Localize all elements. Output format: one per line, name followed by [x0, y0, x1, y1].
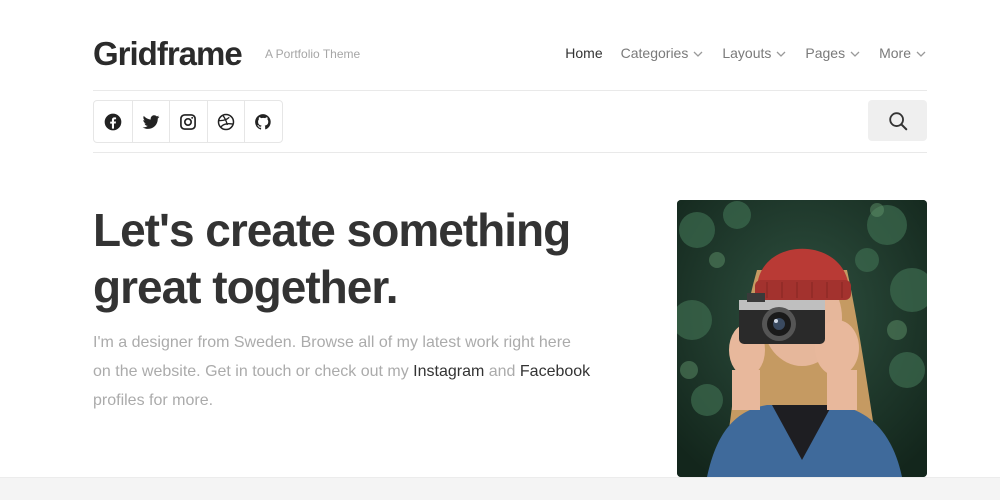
instagram-link[interactable]: [169, 101, 207, 142]
dribbble-link[interactable]: [206, 101, 245, 142]
hero-text-part: profiles for more.: [93, 392, 214, 409]
toolbar-divider: [93, 152, 927, 153]
instagram-text-link[interactable]: Instagram: [413, 363, 484, 380]
hero-photo: [677, 200, 927, 477]
chevron-down-icon: [915, 48, 927, 60]
nav-item-label: Categories: [620, 45, 689, 61]
nav-item-label: More: [879, 45, 911, 61]
site-header: Gridframe A Portfolio Theme Home Categor…: [93, 34, 927, 74]
search-button[interactable]: [868, 100, 927, 141]
twitter-link[interactable]: [131, 101, 170, 142]
facebook-icon: [104, 113, 122, 130]
hero-description: I'm a designer from Sweden. Browse all o…: [93, 328, 593, 415]
nav-item-label: Home: [565, 45, 603, 61]
nav-item-categories[interactable]: Categories: [621, 43, 705, 63]
site-tagline: A Portfolio Theme: [265, 47, 361, 61]
nav-item-more[interactable]: More: [879, 43, 927, 63]
nav-item-label: Pages: [805, 45, 846, 61]
nav-item-home[interactable]: Home: [565, 43, 602, 63]
nav-item-layouts[interactable]: Layouts: [722, 43, 787, 63]
site-logo[interactable]: Gridframe: [93, 34, 243, 74]
chevron-down-icon: [849, 48, 861, 60]
nav-item-pages[interactable]: Pages: [805, 43, 861, 63]
nav-item-label: Layouts: [722, 45, 772, 61]
github-icon: [255, 113, 271, 130]
facebook-text-link[interactable]: Facebook: [520, 363, 590, 380]
instagram-icon: [180, 113, 197, 130]
github-link[interactable]: [244, 101, 282, 142]
twitter-icon: [142, 114, 160, 129]
social-links: [93, 100, 283, 143]
hero-title-line-1: Let's create something: [93, 204, 571, 256]
dribbble-icon: [217, 113, 234, 130]
next-section: [0, 477, 1000, 500]
chevron-down-icon: [692, 48, 704, 60]
chevron-down-icon: [775, 48, 787, 60]
header-divider: [93, 90, 927, 91]
search-icon: [888, 111, 907, 130]
main-nav: Home Categories Layouts Pages More: [565, 43, 927, 63]
hero-title: Let's create something great together.: [93, 202, 633, 316]
hero-title-line-2: great together.: [93, 261, 399, 313]
facebook-link[interactable]: [94, 101, 132, 142]
hero-text-part: and: [484, 363, 520, 380]
